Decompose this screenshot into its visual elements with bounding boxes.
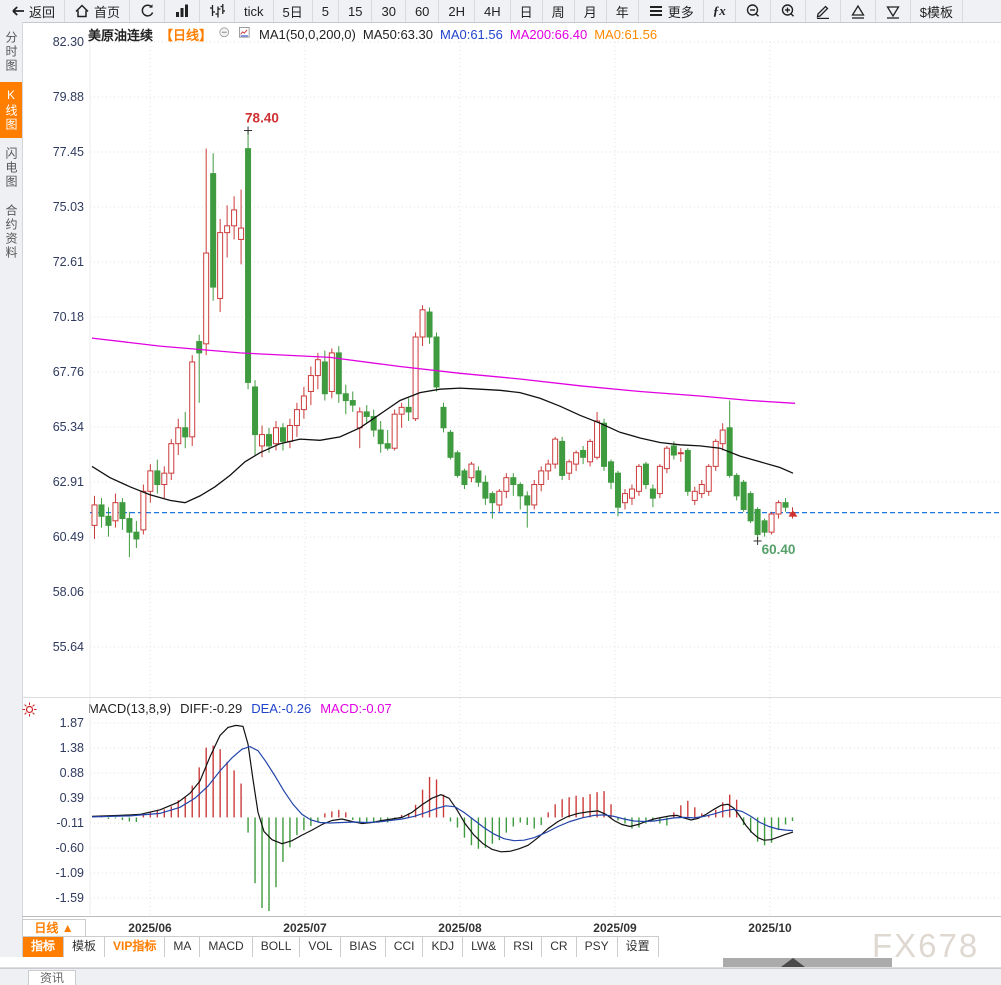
macd-axis-label: 0.88 <box>59 766 84 780</box>
period-selector-dropdown[interactable]: 日线 ▲ <box>22 919 86 937</box>
tab-macd[interactable]: MACD <box>200 937 253 957</box>
price-axis-label: 58.06 <box>52 585 84 599</box>
price-axis-label: 75.03 <box>52 200 84 214</box>
date-axis-label: 2025/07 <box>283 921 327 935</box>
price-axis-label: 82.30 <box>52 35 84 49</box>
price-axis-label: 62.91 <box>52 475 84 489</box>
period-selector-label: 日线 <box>34 921 59 935</box>
price-axis-label: 70.18 <box>52 310 84 324</box>
trading-app-window: 返回 首页 tick 5日 5 15 30 60 2H 4H 日周月年更多 ƒx $模板 分时图 K线图闪… <box>0 0 1001 985</box>
horizontal-scrollbar-thumb[interactable] <box>723 958 892 967</box>
svg-text:78.40: 78.40 <box>245 111 279 126</box>
macd-axis-label: -1.09 <box>55 866 85 880</box>
news-tab[interactable]: 资讯 <box>28 970 77 985</box>
tab-lw[interactable]: LW& <box>463 937 506 957</box>
tab-psy[interactable]: PSY <box>576 937 618 957</box>
tab-vip-indicator[interactable]: VIP指标 <box>105 937 166 957</box>
tab-bias[interactable]: BIAS <box>341 937 386 957</box>
tab-rsi[interactable]: RSI <box>505 937 543 957</box>
price-axis-label: 55.64 <box>52 640 84 654</box>
scrollbar-arrow-up-icon[interactable] <box>781 958 805 967</box>
tab-cci[interactable]: CCI <box>385 937 424 957</box>
date-axis-label: 2025/08 <box>438 921 482 935</box>
price-axis-label: 67.76 <box>52 365 84 379</box>
macd-axis-label: 1.87 <box>59 716 84 730</box>
tab-vol[interactable]: VOL <box>300 937 342 957</box>
macd-settings-sun-icon[interactable] <box>22 702 37 717</box>
chart-canvas: 78.40 60.40 <box>89 41 1001 915</box>
macd-axis-label: 1.38 <box>59 741 84 755</box>
date-axis-label: 2025/10 <box>748 921 792 935</box>
panel-divider <box>22 697 1001 698</box>
bottom-statusbar <box>0 968 1001 985</box>
tab-kdj[interactable]: KDJ <box>423 937 464 957</box>
svg-text:60.40: 60.40 <box>762 542 796 557</box>
macd-axis-label: -0.11 <box>56 816 84 830</box>
tab-boll[interactable]: BOLL <box>252 937 301 957</box>
tab-cr[interactable]: CR <box>542 937 577 957</box>
tab-ma[interactable]: MA <box>165 937 201 957</box>
date-axis-label: 2025/06 <box>128 921 172 935</box>
tab-indicator[interactable]: 指标 <box>22 937 65 957</box>
price-axis-label: 65.34 <box>52 420 84 434</box>
chart-bottom-divider <box>22 916 1001 917</box>
tab-template[interactable]: 模板 <box>64 937 106 957</box>
price-axis-label: 79.88 <box>52 90 84 104</box>
price-axis-label: 72.61 <box>52 255 84 269</box>
tab-settings[interactable]: 设置 <box>617 937 659 957</box>
macd-axis-label: -1.59 <box>55 891 85 905</box>
chevron-up-icon: ▲ <box>61 921 74 935</box>
macd-axis-label: -0.60 <box>55 841 85 855</box>
price-axis-label: 60.49 <box>52 530 84 544</box>
macd-axis-label: 0.39 <box>59 791 84 805</box>
date-axis-label: 2025/09 <box>593 921 637 935</box>
indicator-tabbar: 指标 模板 VIP指标 MA MACD BOLL VOL BIAS CCI KDJ LW& RSI CR… <box>22 936 659 958</box>
price-axis-label: 77.45 <box>52 145 84 159</box>
fx678-watermark: FX678 <box>872 927 980 964</box>
